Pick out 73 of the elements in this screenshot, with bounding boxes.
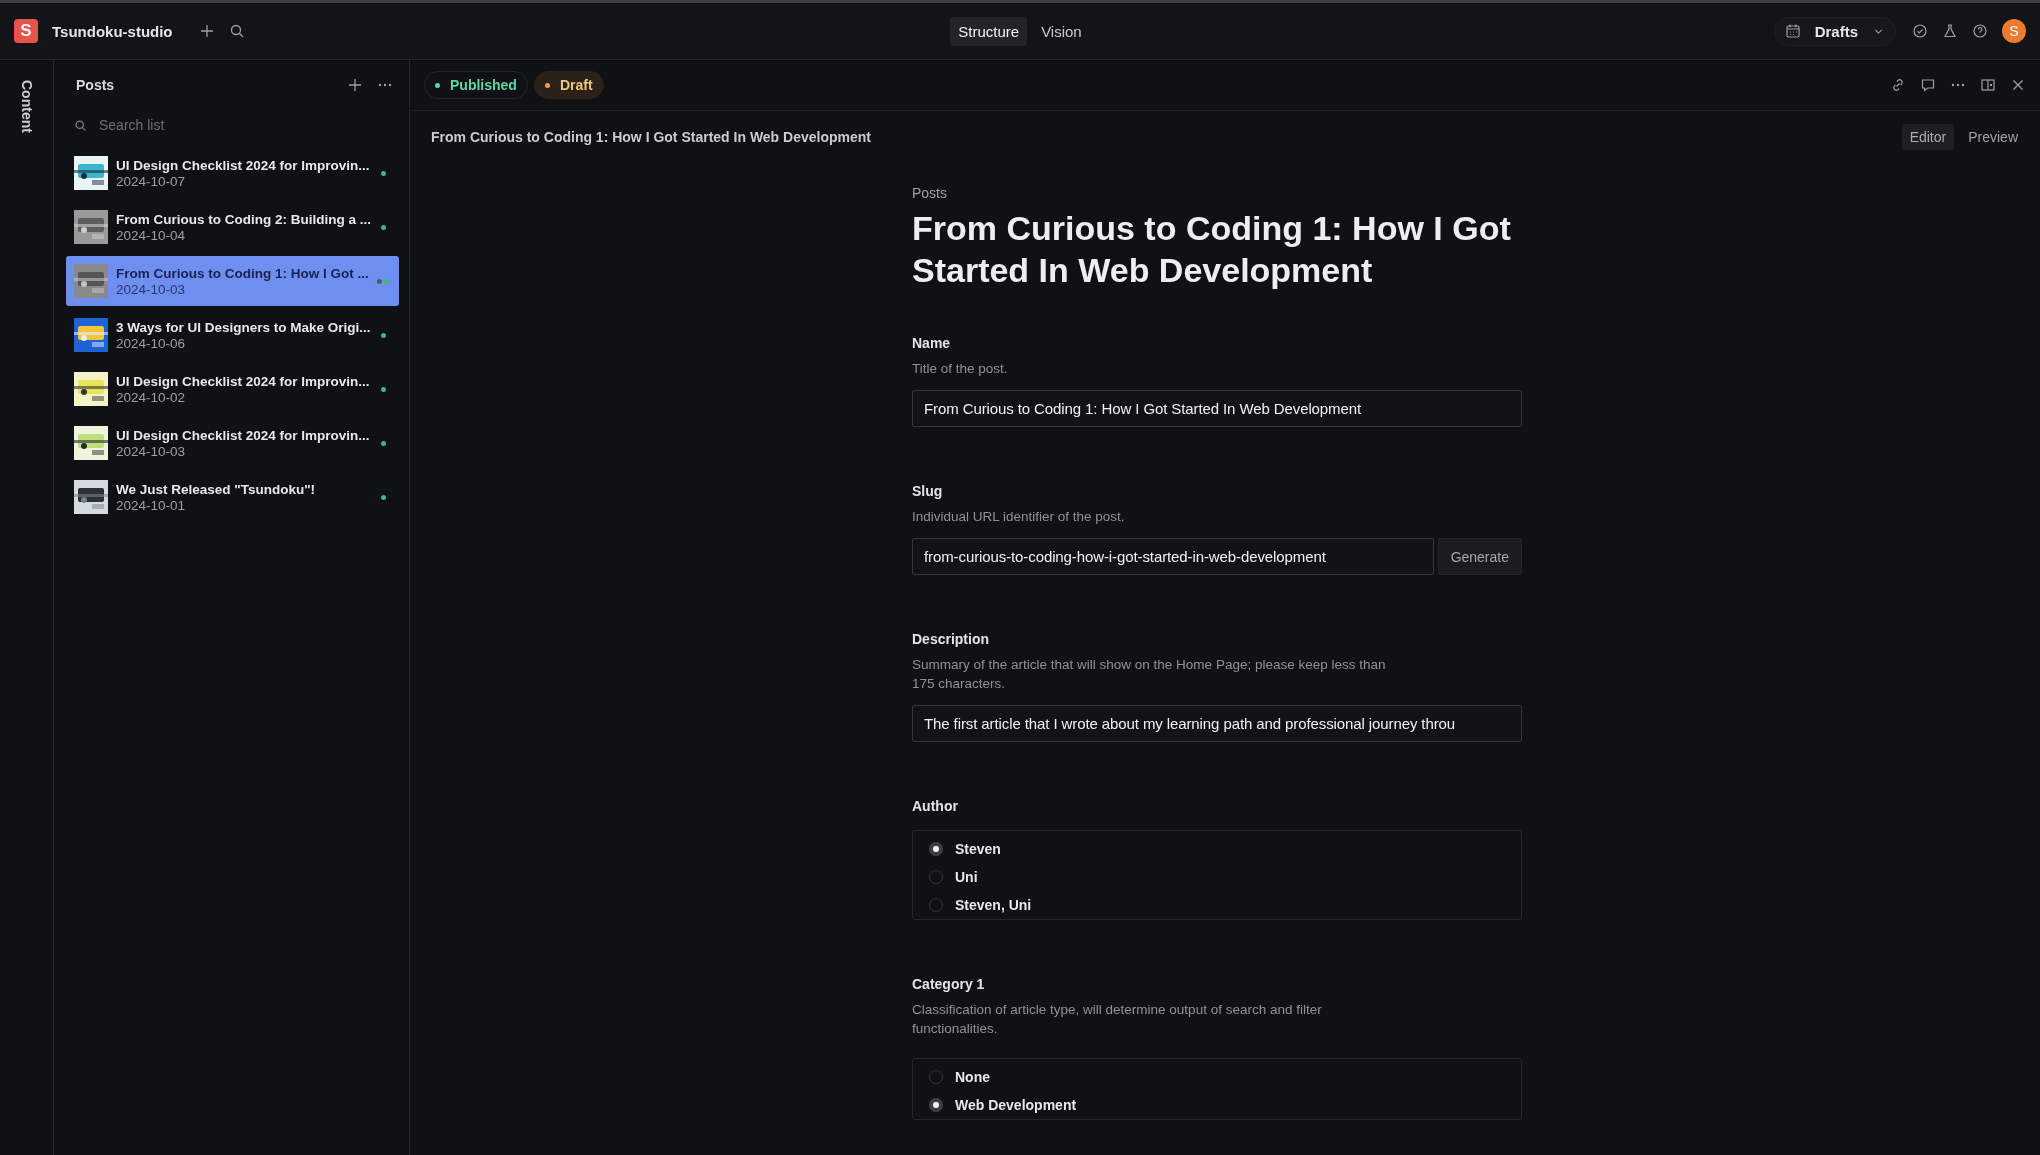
radio-label[interactable]: None [955, 1069, 990, 1085]
workspace-name[interactable]: Tsundoku-studio [52, 22, 173, 40]
status-tab[interactable]: Draft [533, 71, 604, 99]
release-dropdown[interactable]: Drafts [1773, 16, 1896, 46]
field-label: Slug [912, 483, 944, 499]
post-title: From Curious to Coding 1: How I Got ... [116, 265, 369, 281]
published-status-dot [384, 278, 389, 284]
published-status-dot [380, 170, 386, 176]
app-logo[interactable]: S [14, 19, 38, 43]
calendar-icon [1784, 23, 1801, 39]
field-description: Summary of the article that will show on the Home Page; please keep less than 175 characters. [912, 656, 1387, 693]
split-pane-icon[interactable] [1980, 77, 1996, 93]
field-label: Name [912, 335, 952, 351]
post-date: 2024-10-07 [116, 173, 187, 189]
post-title: UI Design Checklist 2024 for Improvin... [116, 427, 369, 443]
radio-label[interactable]: Steven [955, 841, 1001, 857]
radio-label[interactable]: Uni [955, 869, 978, 885]
mode-tab[interactable]: Structure [950, 16, 1028, 46]
text-input[interactable]: From Curious to Coding 1: How I Got Started In Web Development [912, 390, 1522, 427]
post-date: 2024-10-01 [116, 497, 187, 513]
post-date: 2024-10-02 [116, 389, 187, 405]
text-input[interactable]: The first article that I wrote about my learning path and professional journey throu [912, 705, 1522, 742]
add-icon[interactable] [347, 77, 363, 93]
radio-button[interactable] [929, 1098, 943, 1112]
published-status-dot [380, 386, 386, 392]
slug-input[interactable]: from-curious-to-coding-how-i-got-started-in-web-development [912, 538, 1434, 575]
post-date: 2024-10-03 [116, 443, 187, 459]
post-title: We Just Released "Tsundoku"! [116, 481, 317, 497]
published-status-dot [380, 440, 386, 446]
breadcrumb: Posts [912, 185, 948, 201]
radio-button[interactable] [929, 842, 943, 856]
mode-tab[interactable]: Vision [1033, 16, 1090, 46]
field-label: Category 1 [912, 976, 986, 992]
post-title: From Curious to Coding 2: Building a ... [116, 211, 369, 227]
post-title: UI Design Checklist 2024 for Improvin... [116, 157, 369, 173]
flask-icon[interactable] [1942, 23, 1958, 39]
published-status-dot [380, 332, 386, 338]
field-description: Individual URL identifier of the post. [912, 508, 1126, 526]
page-title: From Curious to Coding 1: How I Got Started In Web Development [912, 208, 1512, 291]
link-icon[interactable] [1890, 77, 1906, 93]
generate-button[interactable]: Generate [1437, 538, 1522, 575]
list-title: Posts [76, 77, 115, 93]
published-status-dot [380, 494, 386, 500]
search-field[interactable]: Search list [97, 116, 341, 134]
document-title: From Curious to Coding 1: How I Got Started In Web Development [431, 129, 871, 145]
post-date: 2024-10-06 [116, 335, 187, 351]
field-label: Author [912, 798, 959, 814]
post-title: 3 Ways for UI Designers to Make Origi... [116, 319, 369, 335]
post-list-item[interactable]: UI Design Checklist 2024 for Improvin... 2024-10-02 [66, 364, 399, 414]
post-title: UI Design Checklist 2024 for Improvin... [116, 373, 369, 389]
field-description: Classification of article type, will determine output of search and filter functionalities. [912, 1001, 1323, 1038]
post-list-item[interactable]: From Curious to Coding 1: How I Got ... 2024-10-03 [66, 256, 399, 306]
post-date: 2024-10-04 [116, 227, 187, 243]
help-icon[interactable] [1972, 23, 1988, 39]
post-list-item[interactable]: We Just Released "Tsundoku"! 2024-10-01 [66, 472, 399, 522]
post-date: 2024-10-03 [116, 281, 187, 297]
add-icon[interactable] [198, 23, 215, 39]
post-list-item[interactable]: UI Design Checklist 2024 for Improvin... 2024-10-03 [66, 418, 399, 468]
content-tab[interactable]: Content [18, 80, 35, 133]
check-circle-icon[interactable] [1912, 23, 1928, 39]
published-status-dot [380, 224, 386, 230]
field-description: Title of the post. [912, 360, 1009, 378]
post-list-item[interactable]: UI Design Checklist 2024 for Improvin... 2024-10-07 [66, 148, 399, 198]
search-icon[interactable] [228, 23, 245, 39]
view-tab[interactable]: Preview [1960, 124, 2026, 150]
post-list-item[interactable]: 3 Ways for UI Designers to Make Origi... 2024-10-06 [66, 310, 399, 360]
field-label: Description [912, 631, 990, 647]
radio-label[interactable]: Web Development [955, 1097, 1077, 1113]
comment-icon[interactable] [1920, 77, 1936, 93]
radio-label[interactable]: Steven, Uni [955, 897, 1032, 913]
post-list-item[interactable]: From Curious to Coding 2: Building a ... 2024-10-04 [66, 202, 399, 252]
search-icon [74, 118, 87, 132]
view-tab[interactable]: Editor [1901, 124, 1955, 150]
